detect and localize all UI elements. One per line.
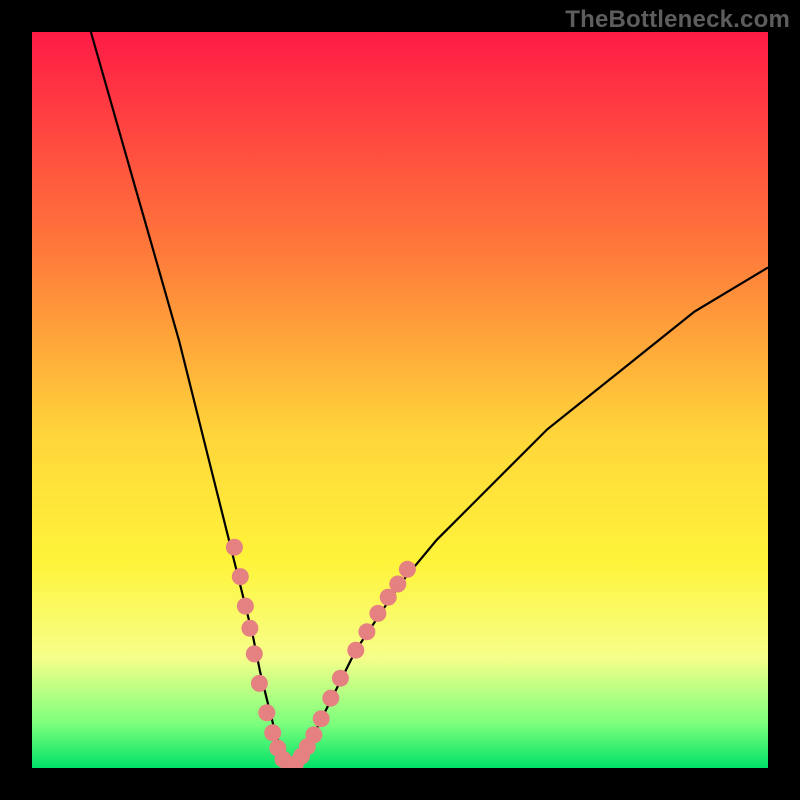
chart-frame: TheBottleneck.com [0, 0, 800, 800]
marker-dot [251, 675, 268, 692]
marker-dot [322, 690, 339, 707]
marker-dot [237, 598, 254, 615]
curve-layer [32, 32, 768, 768]
watermark-text: TheBottleneck.com [565, 6, 790, 34]
marker-dot [246, 645, 263, 662]
marker-dot [232, 568, 249, 585]
marker-dot [305, 726, 322, 743]
marker-dot [264, 724, 281, 741]
marker-dot [313, 710, 330, 727]
bottleneck-curve [91, 32, 768, 768]
marker-dot [389, 576, 406, 593]
plot-area [32, 32, 768, 768]
marker-dot [358, 623, 375, 640]
marker-dot [332, 670, 349, 687]
marker-dot [226, 539, 243, 556]
marker-dot [399, 561, 416, 578]
marker-dot [369, 605, 386, 622]
marker-dot [347, 642, 364, 659]
marker-dot [241, 620, 258, 637]
curve-markers [226, 539, 416, 768]
marker-dot [258, 704, 275, 721]
